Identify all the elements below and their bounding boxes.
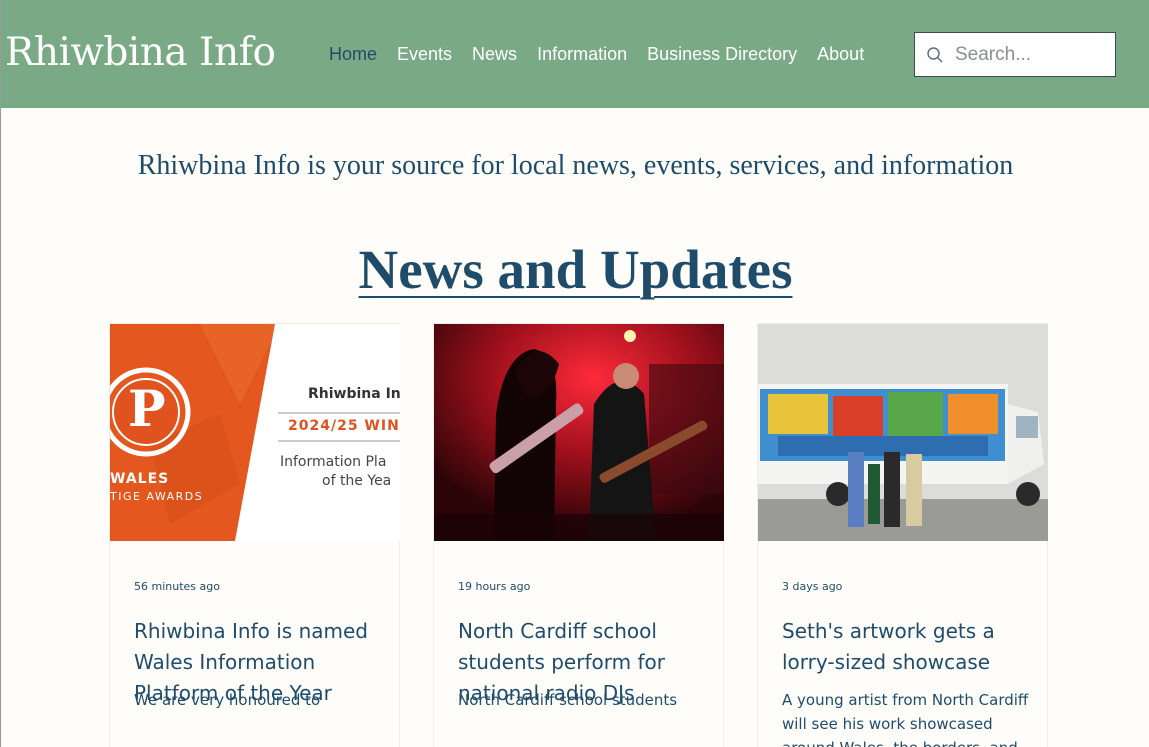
post-excerpt: A young artist from North Cardiff will s… bbox=[782, 691, 1029, 747]
post-title[interactable]: Seth's artwork gets a lorry-sized showca… bbox=[782, 616, 1032, 678]
nav-about[interactable]: About bbox=[807, 44, 874, 65]
site-tagline: Rhiwbina Info is your source for local n… bbox=[137, 150, 1014, 181]
nav-news[interactable]: News bbox=[462, 44, 527, 65]
search-box[interactable] bbox=[914, 32, 1116, 77]
award-brand-line3: Information Pla bbox=[280, 454, 387, 470]
post-time: 56 minutes ago bbox=[134, 580, 220, 593]
post-excerpt: We are very honoured to bbox=[134, 691, 321, 709]
post-card[interactable]: P WALES TIGE AWARDS Rhiwbina In 2024/25 … bbox=[109, 323, 400, 747]
post-time: 3 days ago bbox=[782, 580, 843, 593]
site-logo[interactable]: Rhiwbina Info bbox=[5, 30, 276, 75]
post-image-award[interactable]: P WALES TIGE AWARDS Rhiwbina In 2024/25 … bbox=[110, 324, 400, 541]
post-image-lorry[interactable] bbox=[758, 324, 1048, 541]
award-brand-line2: 2024/25 WIN bbox=[288, 418, 400, 434]
award-brand-line4: of the Yea bbox=[322, 473, 392, 489]
post-card[interactable]: 3 days ago Seth's artwork gets a lorry-s… bbox=[757, 323, 1048, 747]
award-logo-line2: TIGE AWARDS bbox=[110, 490, 204, 503]
post-card[interactable]: 19 hours ago North Cardiff school studen… bbox=[433, 323, 724, 747]
nav-home[interactable]: Home bbox=[319, 44, 387, 65]
nav-business-directory[interactable]: Business Directory bbox=[637, 44, 807, 65]
section-title[interactable]: News and Updates bbox=[1, 238, 1149, 301]
nav-information[interactable]: Information bbox=[527, 44, 637, 65]
post-excerpt: North Cardiff school students bbox=[458, 691, 678, 709]
search-input[interactable] bbox=[955, 43, 1105, 66]
post-time: 19 hours ago bbox=[458, 580, 531, 593]
post-image-concert[interactable] bbox=[434, 324, 724, 541]
award-logo-line1: WALES bbox=[110, 471, 170, 487]
search-icon[interactable] bbox=[915, 33, 955, 76]
section-title-link[interactable]: News and Updates bbox=[359, 239, 793, 300]
award-brand-line1: Rhiwbina In bbox=[308, 386, 400, 402]
main-nav: Home Events News Information Business Di… bbox=[319, 44, 874, 65]
award-logo-letter: P bbox=[128, 379, 166, 438]
site-header: Rhiwbina Info Home Events News Informati… bbox=[1, 0, 1149, 108]
nav-events[interactable]: Events bbox=[387, 44, 462, 65]
